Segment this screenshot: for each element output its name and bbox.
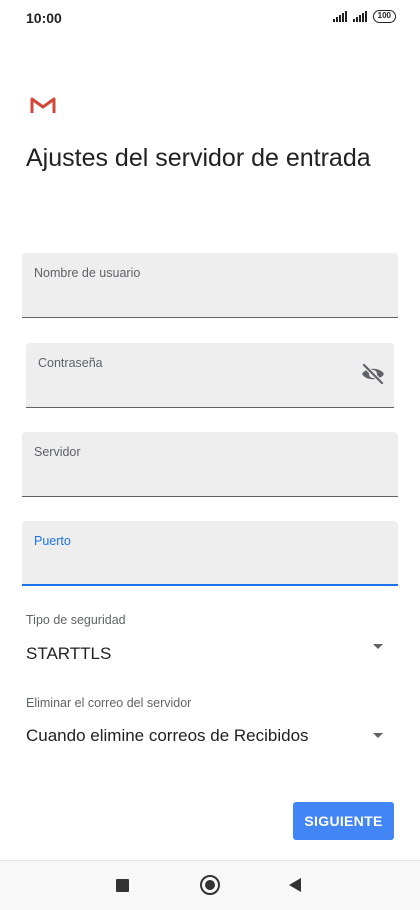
security-type-label: Tipo de seguridad	[26, 613, 126, 627]
port-field[interactable]: Puerto	[22, 521, 398, 586]
server-label: Servidor	[34, 445, 81, 459]
page-title: Ajustes del servidor de entrada	[26, 144, 371, 172]
port-label: Puerto	[34, 534, 71, 548]
signal-icon	[352, 11, 367, 22]
status-time: 10:00	[26, 10, 62, 26]
navigation-bar	[0, 860, 420, 910]
battery-icon: 100	[372, 10, 396, 23]
delete-mail-value[interactable]: Cuando elimine correos de Recibidos	[26, 726, 309, 746]
square-icon[interactable]	[116, 879, 129, 892]
eye-off-icon[interactable]	[360, 363, 386, 385]
chevron-down-icon[interactable]	[373, 733, 383, 738]
delete-mail-label: Eliminar el correo del servidor	[26, 696, 192, 710]
security-type-value[interactable]: STARTTLS	[26, 644, 111, 664]
username-field[interactable]: Nombre de usuario	[22, 253, 398, 318]
status-bar: 10:00 100	[0, 0, 420, 36]
next-button[interactable]: SIGUIENTE	[293, 802, 394, 840]
password-field[interactable]: Contraseña	[26, 343, 394, 408]
chevron-down-icon[interactable]	[373, 644, 383, 649]
circle-icon[interactable]	[200, 875, 220, 895]
signal-icon	[332, 11, 347, 22]
server-field[interactable]: Servidor	[22, 432, 398, 497]
gmail-m-icon	[30, 97, 56, 113]
triangle-back-icon[interactable]	[289, 878, 301, 892]
status-icons: 100	[332, 10, 396, 23]
username-label: Nombre de usuario	[34, 266, 141, 280]
password-label: Contraseña	[38, 356, 103, 370]
